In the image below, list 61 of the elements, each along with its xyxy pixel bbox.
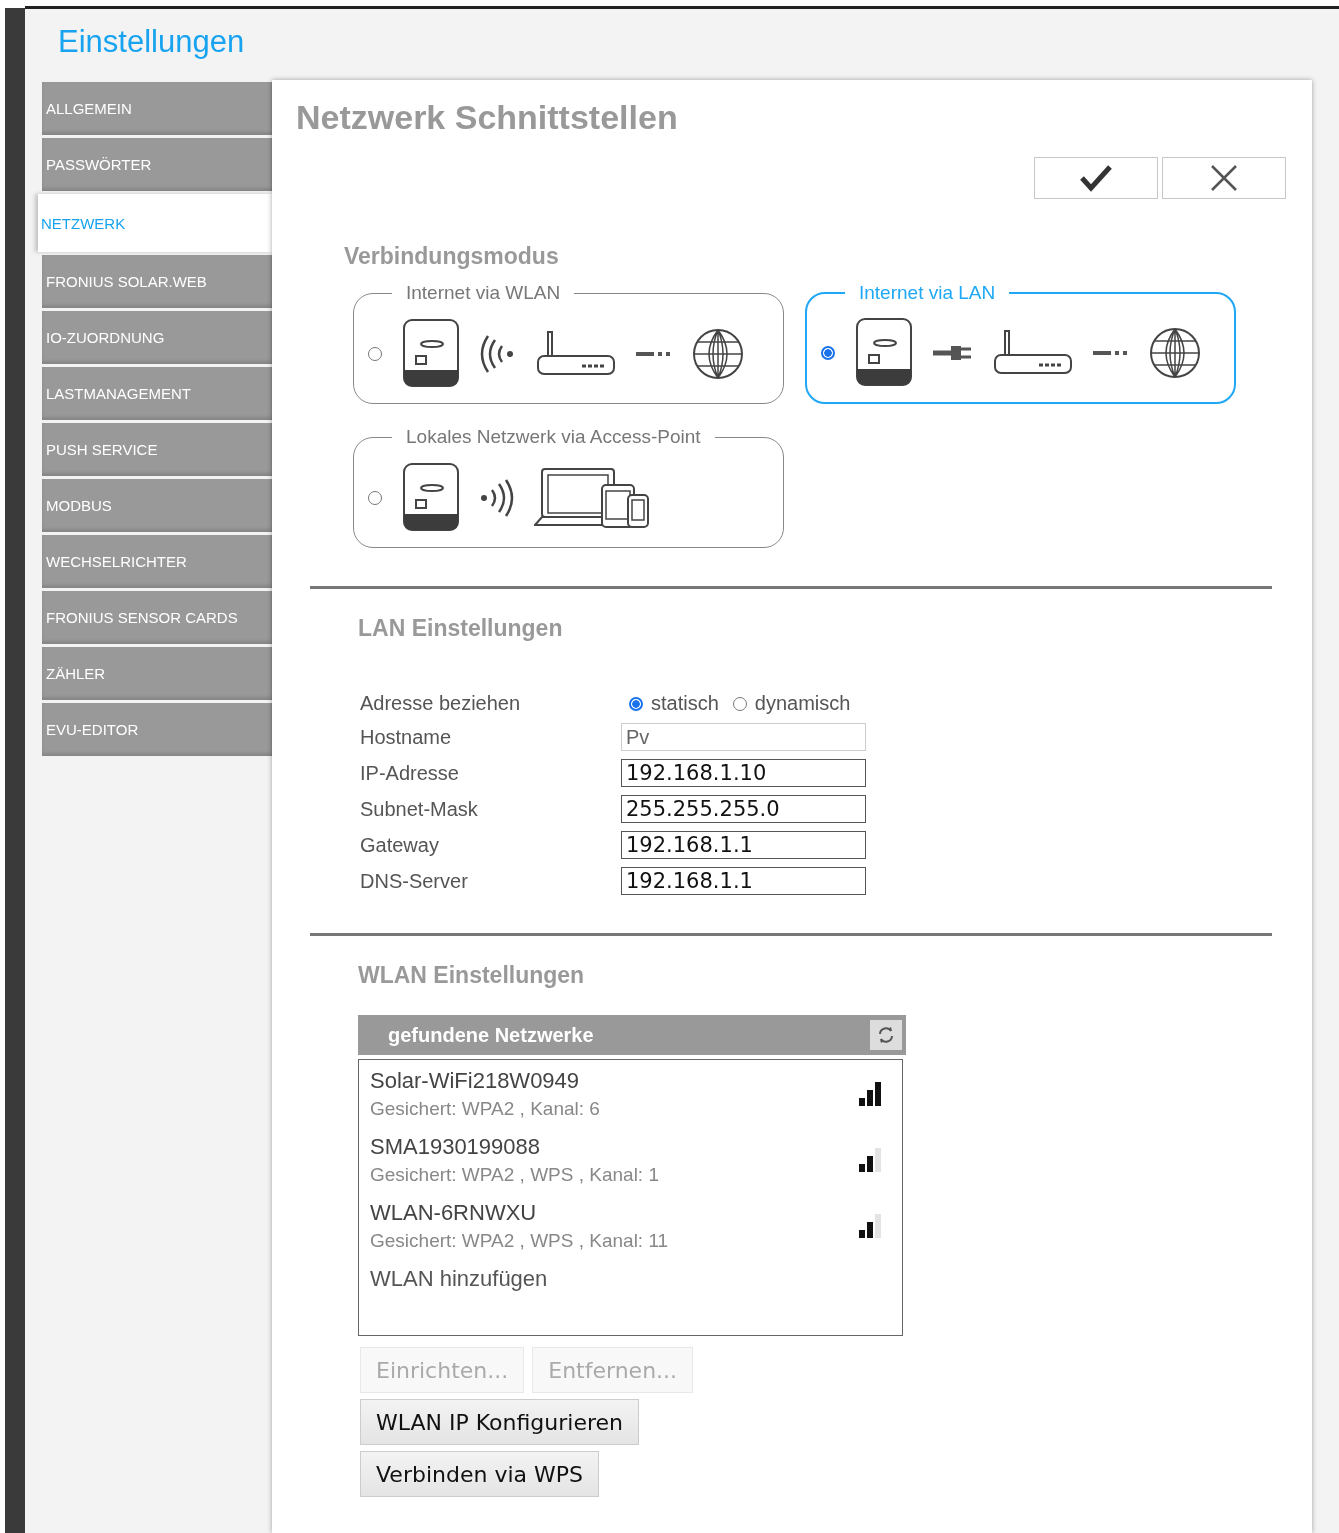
action-button[interactable]: Verbinden via WPS bbox=[360, 1451, 599, 1497]
inverter-icon bbox=[855, 317, 913, 389]
sidebar-item[interactable]: NETZWERK bbox=[38, 194, 272, 252]
panel-title: Netzwerk Schnittstellen bbox=[296, 98, 679, 137]
globe-icon bbox=[692, 327, 744, 380]
network-details: Gesichert: WPA2 , WPS , Kanal: 1 bbox=[370, 1164, 659, 1186]
dashed-line-icon bbox=[1093, 349, 1129, 357]
refresh-icon bbox=[877, 1026, 895, 1044]
sidebar-item[interactable]: WECHSELRICHTER bbox=[42, 535, 272, 588]
sidebar-item[interactable]: ALLGEMEIN bbox=[42, 82, 272, 135]
field-label: Hostname bbox=[360, 725, 453, 749]
network-name[interactable]: WLAN-6RNWXU bbox=[370, 1200, 669, 1226]
sidebar-item[interactable]: LASTMANAGEMENT bbox=[42, 367, 272, 420]
input-field[interactable]: 192.168.1.1 bbox=[621, 831, 866, 859]
network-name[interactable]: SMA1930199088 bbox=[370, 1134, 659, 1160]
radio-button[interactable] bbox=[368, 490, 382, 505]
section-heading: Verbindungsmodus bbox=[344, 243, 560, 270]
radio-button[interactable] bbox=[821, 346, 835, 360]
inverter-icon bbox=[402, 317, 460, 390]
network-details: Gesichert: WPA2 , Kanal: 6 bbox=[370, 1098, 600, 1120]
section-heading: WLAN Einstellungen bbox=[358, 962, 586, 989]
dashed-line-icon bbox=[636, 349, 672, 358]
section-heading: LAN Einstellungen bbox=[358, 615, 564, 642]
input-field[interactable]: 192.168.1.1 bbox=[621, 867, 866, 895]
input-field[interactable]: 192.168.1.10 bbox=[621, 759, 866, 787]
sidebar-item[interactable]: PASSWÖRTER bbox=[42, 138, 272, 191]
wifi-signal-icon bbox=[480, 333, 516, 374]
page-title: Einstellungen bbox=[58, 24, 246, 61]
list-title: gefundene Netzwerke bbox=[388, 1023, 594, 1047]
action-button[interactable]: WLAN IP Konfigurieren bbox=[360, 1399, 639, 1445]
sidebar-item[interactable]: ZÄHLER bbox=[42, 647, 272, 700]
sidebar-item[interactable]: IO-ZUORDNUNG bbox=[42, 311, 272, 364]
close-icon bbox=[1210, 164, 1238, 192]
router-icon bbox=[993, 329, 1073, 377]
add-network-entry[interactable]: WLAN hinzufügen bbox=[370, 1266, 882, 1292]
field-label: Adresse beziehen bbox=[360, 692, 522, 715]
globe-icon bbox=[1149, 327, 1201, 379]
radio-option[interactable]: statisch bbox=[629, 692, 719, 715]
inverter-icon bbox=[402, 461, 460, 534]
network-details: Gesichert: WPA2 , WPS , Kanal: 11 bbox=[370, 1230, 669, 1252]
radio-option[interactable]: dynamisch bbox=[732, 692, 851, 715]
confirm-button[interactable] bbox=[1034, 157, 1158, 199]
checkmark-icon bbox=[1079, 164, 1113, 192]
field-label: Subnet-Mask bbox=[360, 797, 479, 821]
sidebar-item[interactable]: FRONIUS SENSOR CARDS bbox=[42, 591, 272, 644]
ethernet-plug-icon bbox=[933, 344, 973, 362]
wifi-signal-icon bbox=[480, 477, 514, 518]
sidebar-item[interactable]: EVU-EDITOR bbox=[42, 703, 272, 756]
network-name[interactable]: Solar-WiFi218W0949 bbox=[370, 1068, 600, 1094]
devices-icon bbox=[534, 466, 650, 529]
close-button[interactable] bbox=[1162, 157, 1286, 199]
field-label: DNS-Server bbox=[360, 869, 469, 893]
router-icon bbox=[536, 329, 616, 378]
input-field[interactable]: 255.255.255.0 bbox=[621, 795, 866, 823]
sidebar-item[interactable]: PUSH SERVICE bbox=[42, 423, 272, 476]
sidebar-item[interactable]: MODBUS bbox=[42, 479, 272, 532]
radio-button[interactable] bbox=[368, 346, 382, 361]
sidebar-item[interactable]: FRONIUS SOLAR.WEB bbox=[42, 255, 272, 308]
field-label: IP-Adresse bbox=[360, 761, 460, 785]
refresh-button[interactable] bbox=[870, 1020, 902, 1050]
field-label: Gateway bbox=[360, 833, 440, 857]
